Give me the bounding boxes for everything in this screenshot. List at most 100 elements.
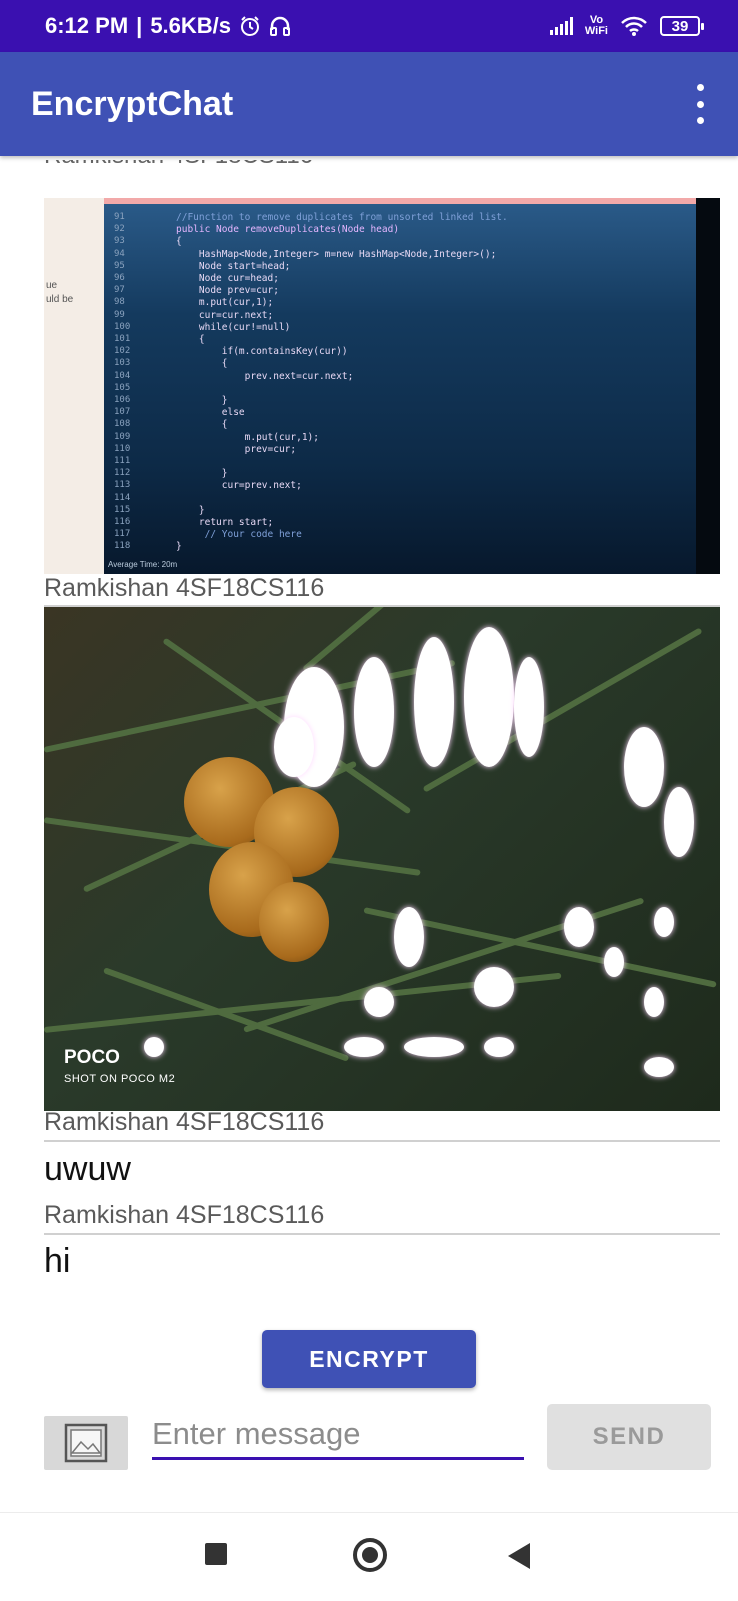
circle-home-icon[interactable] bbox=[353, 1538, 387, 1572]
battery-icon: 39 bbox=[660, 16, 704, 36]
headset-icon bbox=[270, 16, 291, 36]
sky-gap bbox=[274, 717, 314, 777]
code-line-number: 95 bbox=[114, 260, 125, 271]
code-line: prev=cur; bbox=[176, 443, 297, 455]
code-line-number: 111 bbox=[114, 456, 131, 466]
code-line: // Your code here bbox=[176, 529, 302, 541]
image-icon bbox=[64, 1423, 108, 1463]
code-line-number: 98 bbox=[114, 297, 125, 308]
code-line-number: 117 bbox=[114, 529, 131, 540]
message-image-code-screenshot[interactable]: ue uld be 91 92 93 94 95 96 97 98 99 100 101 102 103… bbox=[44, 198, 720, 574]
message-text[interactable]: uwuw bbox=[44, 1150, 131, 1189]
sky-gap bbox=[344, 1037, 384, 1057]
code-line: return start; bbox=[176, 517, 274, 528]
message-sender: Ramkishan 4SF18CS116 bbox=[44, 1108, 325, 1136]
battery-level: 39 bbox=[671, 17, 689, 35]
vowifi-bottom: WiFi bbox=[584, 25, 608, 37]
code-line-number: 99 bbox=[114, 309, 125, 320]
status-bar: 6:12 PM | 5.6KB/s Vo WiFi 39 bbox=[0, 0, 738, 52]
square-recents-icon[interactable] bbox=[205, 1543, 227, 1565]
code-line: HashMap<Node,Integer> m=new HashMap<Node… bbox=[176, 248, 497, 260]
code-line: prev.next=cur.next; bbox=[176, 370, 354, 382]
send-button[interactable]: SEND bbox=[547, 1404, 711, 1470]
message-text[interactable]: hi bbox=[44, 1242, 70, 1281]
code-line: m.put(cur,1); bbox=[176, 297, 274, 309]
code-line-number: 105 bbox=[114, 382, 131, 393]
code-line-number: 101 bbox=[114, 334, 131, 344]
status-right: Vo WiFi 39 bbox=[549, 0, 704, 52]
sky-gap bbox=[404, 1037, 464, 1057]
status-time: 6:12 PM bbox=[45, 13, 129, 38]
image-picker-button[interactable] bbox=[44, 1416, 128, 1470]
coconut bbox=[259, 882, 329, 962]
code-line-number: 97 bbox=[114, 285, 125, 296]
palm-frond bbox=[102, 967, 350, 1062]
navigation-bar bbox=[0, 1512, 738, 1601]
message-input[interactable] bbox=[152, 1410, 524, 1460]
code-line-number: 109 bbox=[114, 431, 131, 442]
vowifi-indicator: Vo WiFi bbox=[585, 15, 608, 37]
watermark-brand: POCO bbox=[64, 1047, 120, 1068]
code-line-number: 91 bbox=[114, 212, 125, 222]
code-line-number: 112 bbox=[114, 468, 131, 479]
sky-gap bbox=[414, 637, 454, 767]
code-line-number: 116 bbox=[114, 517, 131, 527]
sky-gap bbox=[564, 907, 594, 947]
left-strip-text: uld be bbox=[46, 294, 74, 305]
code-line-number: 96 bbox=[114, 273, 125, 283]
message-list[interactable]: Ramkishan 4SF18CS116 ue uld be 919293949… bbox=[0, 156, 738, 1284]
code-line: } bbox=[176, 468, 228, 480]
encrypt-button[interactable]: ENCRYPT bbox=[262, 1330, 476, 1388]
code-line-number: 103 bbox=[114, 358, 131, 369]
code-line-number: 108 bbox=[114, 419, 131, 430]
code-line: public Node removeDuplicates(Node head) bbox=[176, 224, 400, 236]
code-line: if(m.containsKey(cur)) bbox=[176, 346, 348, 358]
message-sender: Ramkishan 4SF18CS116 bbox=[44, 1201, 325, 1229]
sky-gap bbox=[624, 727, 664, 807]
overflow-menu-icon[interactable] bbox=[688, 84, 712, 124]
sky-gap bbox=[514, 657, 544, 757]
sky-gap bbox=[654, 907, 674, 937]
app-bar: EncryptChat bbox=[0, 52, 738, 156]
sky-gap bbox=[354, 657, 394, 767]
triangle-back-icon[interactable] bbox=[508, 1543, 530, 1569]
code-line-number: 118 bbox=[114, 541, 131, 552]
image-region-code-screen: 91 92 93 94 95 96 97 98 99 100 101 102 103 104 105 106 1… bbox=[104, 204, 696, 574]
code-line: cur=prev.next; bbox=[176, 480, 302, 492]
status-left: 6:12 PM | 5.6KB/s bbox=[45, 0, 291, 52]
code-line: Node prev=cur; bbox=[176, 285, 279, 297]
code-line: } bbox=[176, 541, 182, 553]
code-line: Node start=head; bbox=[176, 260, 291, 272]
code-line-number: 110 bbox=[114, 443, 131, 454]
message-image-palm-photo[interactable]: POCO SHOT ON POCO M2 bbox=[44, 607, 720, 1111]
code-line: while(cur!=null) bbox=[176, 321, 291, 333]
cell-signal-icon bbox=[549, 17, 573, 35]
message-divider bbox=[44, 1140, 720, 1142]
code-line: { bbox=[176, 334, 205, 345]
code-line-number: 102 bbox=[114, 346, 131, 357]
sky-gap bbox=[644, 987, 664, 1017]
image-region-right-edge bbox=[696, 198, 720, 574]
message-sender: Ramkishan 4SF18CS116 bbox=[44, 160, 313, 170]
sky-gap bbox=[364, 987, 394, 1017]
code-line: } bbox=[176, 395, 228, 406]
alarm-clock-icon bbox=[241, 16, 260, 36]
sky-gap bbox=[474, 967, 514, 1007]
watermark-text: SHOT ON POCO M2 bbox=[64, 1073, 176, 1085]
code-line: Node cur=head; bbox=[176, 273, 279, 284]
code-line: { bbox=[176, 236, 182, 248]
left-strip-text: ue bbox=[46, 280, 58, 291]
code-line: { bbox=[176, 419, 228, 431]
code-line: else bbox=[176, 407, 245, 419]
code-line: m.put(cur,1); bbox=[176, 431, 319, 443]
sky-gap bbox=[644, 1057, 674, 1077]
code-footer: Average Time: 20m bbox=[108, 560, 178, 569]
code-line-number: 106 bbox=[114, 395, 131, 405]
code-line-number: 107 bbox=[114, 407, 131, 418]
code-line-number: 92 bbox=[114, 224, 125, 235]
code-line-number: 113 bbox=[114, 480, 131, 491]
message-sender: Ramkishan 4SF18CS116 bbox=[44, 574, 325, 602]
sky-gap bbox=[464, 627, 514, 767]
status-separator: | bbox=[136, 13, 143, 38]
code-line-number: 100 bbox=[114, 321, 131, 332]
